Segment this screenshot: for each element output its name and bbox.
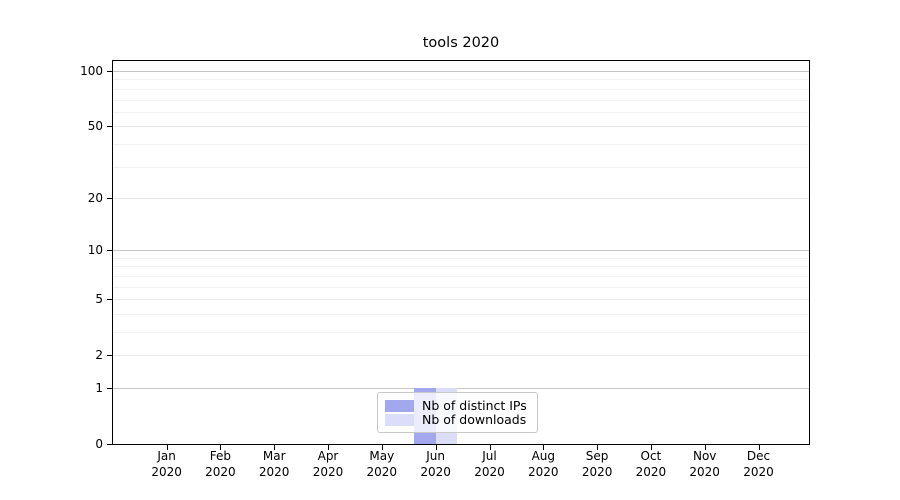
y-axis-tick-label: 50 [87, 119, 103, 134]
x-axis-tick-label-month: Apr [317, 449, 339, 463]
y-axis-tick-label: 20 [87, 190, 103, 205]
minor-gridline [113, 111, 809, 113]
minor-gridline [113, 286, 809, 288]
y-axis-tick-label: 10 [87, 243, 103, 258]
x-axis-tick-mark [597, 445, 599, 450]
y-axis-tick-label: 5 [95, 292, 103, 307]
x-axis-tick-label-month: Oct [640, 449, 662, 463]
minor-gridline [113, 332, 809, 333]
y-axis-tick-mark [107, 355, 112, 357]
y-axis-tick-mark [107, 299, 112, 301]
x-axis-tick-label-year: 2020 [258, 464, 290, 479]
y-axis-tick-mark [107, 71, 112, 72]
major-gridline [113, 388, 809, 389]
legend-item-distinct-ips: Nb of distinct IPs [385, 399, 530, 412]
x-axis-tick-mark [650, 445, 652, 450]
x-axis-tick-label-year: 2020 [474, 464, 505, 479]
x-axis-tick-label: Aug 2020 [512, 449, 574, 480]
chart-canvas: tools 2020 Nb of distinct IPs Nb of down… [0, 0, 900, 500]
x-axis-tick-mark [328, 445, 329, 450]
x-axis-tick-label-month: Mar [262, 449, 286, 463]
x-axis-tick-label-month: Sep [585, 449, 609, 463]
y-axis-tick-mark [107, 444, 112, 445]
minor-gridline [113, 79, 809, 81]
gridline [113, 299, 809, 301]
x-axis-tick-label-year: 2020 [205, 464, 236, 479]
x-axis-tick-label: Feb 2020 [189, 449, 251, 480]
x-axis-tick-mark [758, 445, 760, 450]
x-axis-tick-label-month: Dec [746, 449, 771, 463]
legend-label-distinct-ips: Nb of distinct IPs [422, 398, 527, 413]
minor-gridline [113, 275, 809, 277]
x-axis-tick-label: May 2020 [351, 449, 413, 480]
x-axis-tick-mark [274, 445, 276, 450]
x-axis-tick-label-month: Jan [157, 449, 176, 463]
x-axis-tick-label-month: Aug [531, 449, 556, 463]
x-axis-tick-mark [704, 445, 706, 450]
gridline [113, 355, 809, 357]
x-axis-tick-label-month: Jun [426, 449, 445, 463]
x-axis-tick-mark [489, 445, 491, 450]
x-axis-tick-label-month: Jul [482, 449, 497, 463]
minor-gridline [113, 257, 809, 259]
legend-swatch-downloads-icon [385, 413, 414, 426]
chart-title: tools 2020 [422, 35, 500, 51]
x-axis-tick-label-year: 2020 [420, 464, 451, 479]
minor-gridline [113, 166, 809, 168]
x-axis-tick-label-month: May [369, 449, 395, 463]
gridline [113, 197, 809, 199]
y-axis-tick-label: 0 [95, 437, 103, 451]
x-axis-tick-label: Oct 2020 [620, 449, 682, 480]
legend-label-downloads: Nb of downloads [422, 412, 527, 427]
y-axis-tick-mark [107, 197, 112, 199]
x-axis-tick-label: Mar 2020 [243, 449, 305, 480]
x-axis-tick-label: Jun 2020 [405, 449, 467, 480]
x-axis-tick-label-year: 2020 [635, 464, 667, 479]
x-axis-tick-label-year: 2020 [312, 464, 344, 479]
x-axis-tick-label-year: 2020 [743, 464, 774, 479]
x-axis-tick-label-year: 2020 [366, 464, 398, 479]
x-axis-tick-label-year: 2020 [689, 464, 720, 479]
minor-gridline [113, 143, 809, 145]
x-axis-tick-label: Sep 2020 [566, 449, 628, 480]
y-axis-tick-mark [107, 126, 112, 128]
x-axis-tick-label: Nov 2020 [674, 449, 736, 480]
y-axis-tick-mark [107, 250, 112, 252]
x-axis-tick-label: Dec 2020 [728, 449, 790, 480]
x-axis-tick-label: Apr 2020 [297, 449, 359, 480]
x-axis-tick-label: Jan 2020 [136, 449, 198, 480]
x-axis-tick-label: Jul 2020 [459, 449, 521, 480]
x-axis-tick-mark [543, 445, 545, 450]
x-axis-tick-mark [435, 445, 437, 450]
y-axis-tick-label: 2 [95, 348, 103, 363]
x-axis-tick-label-month: Nov [692, 449, 717, 463]
x-axis-tick-label-year: 2020 [581, 464, 613, 479]
y-axis-tick-label: 100 [80, 64, 103, 78]
x-axis-tick-label-year: 2020 [151, 464, 182, 479]
minor-gridline [113, 99, 809, 101]
x-axis-tick-label-month: Feb [209, 449, 232, 463]
x-axis-tick-mark [166, 445, 168, 450]
minor-gridline [113, 266, 809, 268]
minor-gridline [113, 313, 809, 315]
gridline [113, 126, 809, 128]
legend-item-downloads: Nb of downloads [385, 413, 530, 426]
y-axis-tick-mark [107, 388, 112, 389]
legend: Nb of distinct IPs Nb of downloads [377, 392, 538, 433]
x-axis-tick-label-year: 2020 [528, 464, 559, 479]
minor-gridline [113, 88, 809, 90]
major-gridline [113, 250, 809, 252]
x-axis-tick-mark [381, 445, 383, 450]
y-axis-tick-label: 1 [95, 381, 103, 395]
major-gridline [113, 71, 809, 72]
x-axis-tick-mark [220, 445, 222, 450]
legend-swatch-distinct-ips-icon [385, 399, 414, 412]
